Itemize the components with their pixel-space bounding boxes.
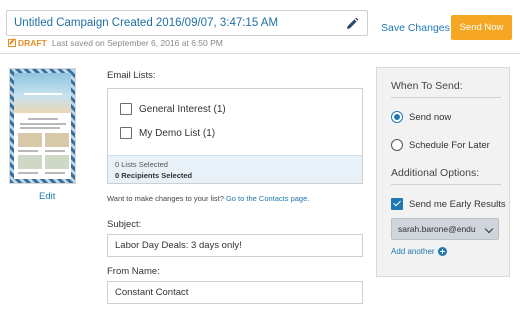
send-options-panel: When To Send: Send now Schedule For Late… (376, 67, 510, 277)
draft-label: DRAFT (18, 38, 47, 48)
list-item-label: General Interest (1) (139, 103, 226, 115)
additional-options-heading: Additional Options: (391, 167, 480, 179)
thumbnail-hero-image (14, 73, 71, 113)
early-results-email-value: sarah.barone@endu (398, 224, 476, 234)
when-to-send-heading: When To Send: (391, 80, 463, 92)
early-results-label: Send me Early Results (409, 198, 506, 210)
send-now-radio[interactable] (391, 111, 403, 123)
schedule-later-option-label: Schedule For Later (409, 139, 490, 151)
add-another-link[interactable]: Add another (391, 247, 447, 256)
lists-selected-count: 0 Lists Selected (115, 160, 168, 169)
panel-divider (391, 184, 501, 185)
pencil-icon[interactable] (345, 17, 359, 31)
general-interest-checkbox[interactable] (120, 103, 132, 115)
email-preview-thumbnail[interactable] (9, 68, 76, 184)
thumbnail-content (14, 73, 71, 179)
draft-status: DRAFT Last saved on September 6, 2016 at … (8, 38, 223, 48)
recipients-selected-count: 0 Recipients Selected (115, 171, 193, 180)
from-name-input[interactable]: Constant Contact (107, 281, 363, 304)
from-name-label: From Name: (107, 266, 160, 277)
add-another-label: Add another (391, 247, 435, 256)
lists-summary: 0 Lists Selected 0 Recipients Selected (108, 155, 362, 183)
list-item-my-demo-list[interactable]: My Demo List (1) (120, 126, 215, 140)
list-item-general-interest[interactable]: General Interest (1) (120, 102, 226, 116)
early-results-email-select[interactable]: sarah.barone@endu (391, 218, 499, 240)
contacts-page-link[interactable]: Go to the Contacts page. (226, 194, 309, 203)
header-divider (0, 53, 520, 54)
plus-circle-icon (437, 247, 447, 256)
early-results-checkbox[interactable] (391, 198, 403, 210)
campaign-title-field[interactable]: Untitled Campaign Created 2016/09/07, 3:… (6, 10, 368, 36)
save-changes-button[interactable]: Save Changes (381, 22, 450, 34)
subject-label: Subject: (107, 219, 142, 230)
schedule-later-option[interactable]: Schedule For Later (391, 139, 490, 151)
send-now-button[interactable]: Send Now (451, 15, 512, 40)
edit-email-link[interactable]: Edit (39, 191, 55, 202)
contacts-help-text: Want to make changes to your list? Go to… (107, 194, 309, 203)
contacts-help-question: Want to make changes to your list? (107, 194, 224, 203)
chevron-down-icon (484, 224, 494, 234)
subject-input[interactable]: Labor Day Deals: 3 days only! (107, 234, 363, 257)
edit-draft-icon (8, 39, 16, 47)
send-now-option-label: Send now (409, 111, 452, 123)
my-demo-list-checkbox[interactable] (120, 127, 132, 139)
send-now-option[interactable]: Send now (391, 111, 451, 123)
schedule-later-radio[interactable] (391, 139, 403, 151)
email-lists-label: Email Lists: (107, 70, 156, 81)
panel-divider (391, 97, 501, 98)
early-results-option[interactable]: Send me Early Results (391, 198, 506, 210)
last-saved-text: Last saved on September 6, 2016 at 6:50 … (51, 38, 223, 48)
email-lists-box: General Interest (1) My Demo List (1) 0 … (107, 88, 363, 184)
list-item-label: My Demo List (1) (139, 127, 216, 139)
campaign-title: Untitled Campaign Created 2016/09/07, 3:… (14, 17, 279, 29)
